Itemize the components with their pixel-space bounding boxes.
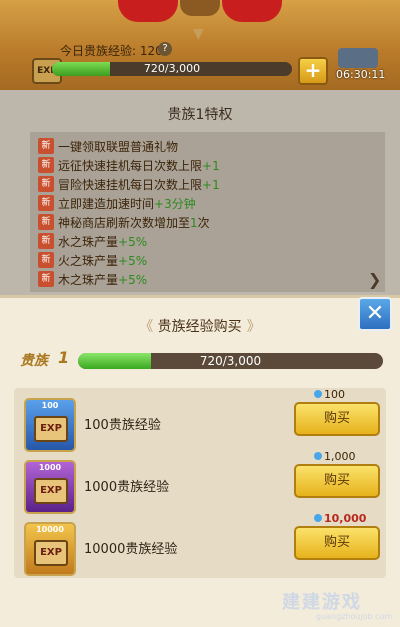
exp-pack-amount: 10000 xyxy=(36,525,64,534)
timer-text: 06:30:11 xyxy=(336,68,386,81)
gem-icon xyxy=(314,514,322,522)
privilege-item: 新远征快速挂机每日次数上限+1 xyxy=(38,157,220,175)
modal-title: 贵族经验购买 xyxy=(157,319,242,335)
price-value: 10,000 xyxy=(324,512,367,525)
privilege-suffix: 次 xyxy=(197,216,210,230)
exp-label: EXP xyxy=(34,478,68,504)
privilege-item: 新火之珠产量+5% xyxy=(38,252,147,270)
new-badge-icon: 新 xyxy=(38,252,54,268)
new-badge-icon: 新 xyxy=(38,214,54,230)
buy-button[interactable]: 购买 xyxy=(294,526,380,560)
title-bracket-right-icon: 》 xyxy=(246,319,261,335)
item-price: 1,000 xyxy=(314,450,356,463)
privilege-text: 水之珠产量 xyxy=(58,235,119,249)
next-arrow-icon[interactable]: ❯ xyxy=(368,270,381,289)
new-badge-icon: 新 xyxy=(38,138,54,154)
close-button[interactable]: ✕ xyxy=(358,297,392,331)
privilege-text: 火之珠产量 xyxy=(58,254,119,268)
privilege-text: 木之珠产量 xyxy=(58,273,119,287)
privilege-item: 新水之珠产量+5% xyxy=(38,233,147,251)
privilege-value: +5% xyxy=(118,254,148,268)
purchase-item-row: 10000 EXP 10000贵族经验 10,000 购买 xyxy=(14,512,386,582)
privilege-item: 新一键领取联盟普通礼物 xyxy=(38,138,178,156)
privilege-text: 一键领取联盟普通礼物 xyxy=(58,140,179,154)
help-icon[interactable]: ? xyxy=(158,42,172,56)
privilege-value: +3分钟 xyxy=(154,197,196,211)
exp-pack-icon: 100 EXP xyxy=(24,398,76,452)
noble-level: 1 xyxy=(58,348,70,367)
price-value: 1,000 xyxy=(324,450,356,463)
privilege-item: 新木之珠产量+5% xyxy=(38,271,147,289)
privilege-value: +5% xyxy=(118,235,148,249)
gem-icon xyxy=(314,390,322,398)
privilege-value: +1 xyxy=(202,178,220,192)
noble-exp-progress-bar: 720/3,000 xyxy=(78,353,383,369)
top-exp-progress-bar: 720/3,000 xyxy=(52,62,292,76)
gem-icon xyxy=(314,452,322,460)
top-exp-progress-text: 720/3,000 xyxy=(143,62,201,75)
new-badge-icon: 新 xyxy=(38,271,54,287)
watermark: 建建游戏 xyxy=(282,592,362,613)
privilege-title: 贵族1特权 xyxy=(167,107,233,123)
privilege-value: 1 xyxy=(190,216,198,230)
exp-pack-icon: 1000 EXP xyxy=(24,460,76,514)
item-name: 1000贵族经验 xyxy=(84,480,170,495)
item-name: 10000贵族经验 xyxy=(84,542,178,557)
item-price: 10,000 xyxy=(314,512,366,525)
privilege-value: +1 xyxy=(202,159,220,173)
privilege-text: 远征快速挂机每日次数上限 xyxy=(58,159,203,173)
top-banner: ▼ 今日贵族经验: 120 ? EXP 720/3,000 + 06:30:11 xyxy=(0,0,400,90)
purchase-item-row: 100 EXP 100贵族经验 100 购买 xyxy=(14,388,386,458)
privilege-text: 神秘商店刷新次数增加至 xyxy=(58,216,191,230)
purchase-items-box: 100 EXP 100贵族经验 100 购买 1000 EXP 1000贵族经验 1,000 购买… xyxy=(14,388,386,578)
purchase-item-row: 1000 EXP 1000贵族经验 1,000 购买 xyxy=(14,450,386,520)
privilege-item: 新冒险快速挂机每日次数上限+1 xyxy=(38,176,220,194)
new-badge-icon: 新 xyxy=(38,195,54,211)
chevron-down-icon[interactable]: ▼ xyxy=(193,26,204,42)
buy-button[interactable]: 购买 xyxy=(294,402,380,436)
noble-exp-purchase-modal: 《 贵族经验购买 》 ✕ 贵族 1 720/3,000 100 EXP 100贵族经… xyxy=(0,295,400,627)
add-exp-button[interactable]: + xyxy=(298,57,328,85)
item-price: 100 xyxy=(314,388,345,401)
privilege-item: 新立即建造加速时间+3分钟 xyxy=(38,195,196,213)
privilege-panel: 贵族1特权 新一键领取联盟普通礼物新远征快速挂机每日次数上限+1 新冒险快速挂机每… xyxy=(0,90,400,295)
new-badge-icon: 新 xyxy=(38,157,54,173)
timer-icon xyxy=(338,48,378,68)
exp-label: EXP xyxy=(34,540,68,566)
privilege-item: 新神秘商店刷新次数增加至1次 xyxy=(38,214,210,232)
privilege-list: 新一键领取联盟普通礼物新远征快速挂机每日次数上限+1 新冒险快速挂机每日次数上限+… xyxy=(30,132,385,292)
title-bracket-left-icon: 《 xyxy=(139,319,158,335)
noble-exp-progress-text: 720/3,000 xyxy=(199,354,262,368)
price-value: 100 xyxy=(324,388,345,401)
buy-button[interactable]: 购买 xyxy=(294,464,380,498)
privilege-text: 立即建造加速时间 xyxy=(58,197,155,211)
exp-pack-icon: 10000 EXP xyxy=(24,522,76,576)
exp-label: EXP xyxy=(34,416,68,442)
exp-pack-amount: 100 xyxy=(41,401,59,410)
modal-title-wrap: 《 贵族经验购买 》 xyxy=(0,316,400,336)
exp-pack-amount: 1000 xyxy=(38,463,62,472)
item-name: 100贵族经验 xyxy=(84,418,161,433)
banner-ribbon-right xyxy=(222,0,282,22)
privilege-text: 冒险快速挂机每日次数上限 xyxy=(58,178,203,192)
watermark-sub: guangzhoujob.com xyxy=(316,612,393,621)
banner-ribbon-left xyxy=(118,0,178,22)
new-badge-icon: 新 xyxy=(38,176,54,192)
privilege-value: +5% xyxy=(118,273,148,287)
new-badge-icon: 新 xyxy=(38,233,54,249)
daily-exp-label: 今日贵族经验: 120 xyxy=(60,44,163,58)
banner-emblem xyxy=(180,0,220,16)
noble-label: 贵族 xyxy=(20,353,48,369)
